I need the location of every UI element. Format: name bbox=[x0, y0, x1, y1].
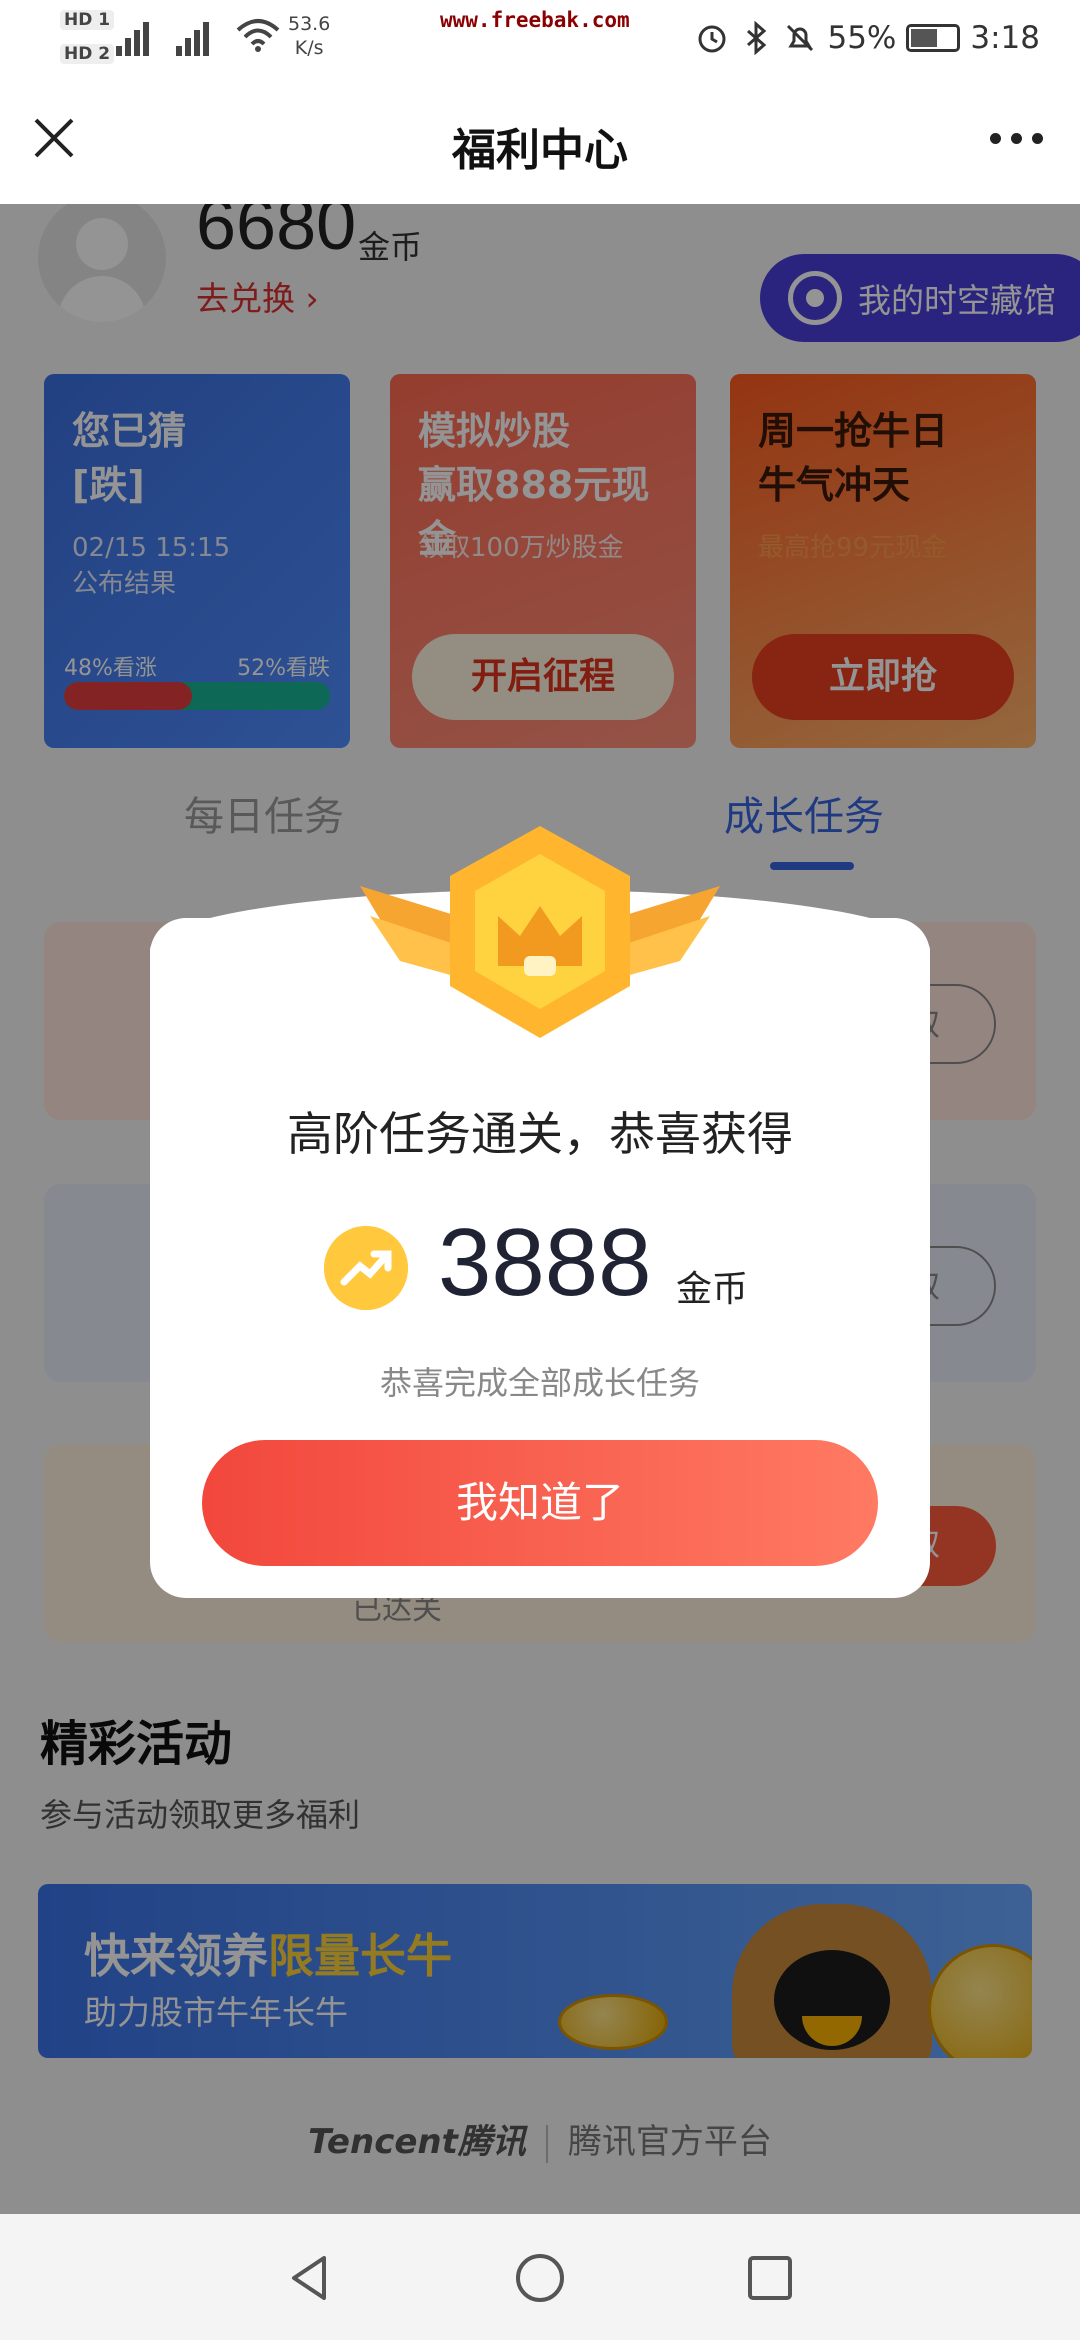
status-right: 55% 3:18 bbox=[695, 14, 1040, 62]
got-it-button[interactable]: 我知道了 bbox=[202, 1440, 878, 1566]
hd1-badge: HD 1 bbox=[60, 10, 115, 30]
system-nav-bar bbox=[0, 2214, 1080, 2340]
back-icon[interactable] bbox=[280, 2248, 340, 2308]
modal-title: 高阶任务通关，恭喜获得 bbox=[287, 1107, 793, 1161]
status-left: HD 1 HD 2 53.6 K/s bbox=[60, 8, 390, 68]
recents-icon[interactable] bbox=[740, 2248, 800, 2308]
bluetooth-icon bbox=[747, 21, 767, 55]
signal2-icon bbox=[176, 16, 216, 56]
reward-amount: 3888 bbox=[438, 1209, 652, 1316]
crown-badge-icon bbox=[360, 826, 720, 1038]
alarm-icon bbox=[698, 25, 726, 53]
watermark-text: www.freebak.com bbox=[440, 8, 630, 32]
clock: 3:18 bbox=[970, 20, 1040, 56]
mute-bell-icon bbox=[787, 24, 814, 52]
modal-description: 恭喜完成全部成长任务 bbox=[379, 1364, 700, 1402]
more-icon[interactable] bbox=[990, 126, 1046, 150]
trend-up-icon bbox=[324, 1226, 408, 1310]
signal1-icon bbox=[116, 16, 156, 56]
battery-percent: 55% bbox=[827, 20, 897, 56]
reward-amount-row: 3888 金币 bbox=[150, 1208, 930, 1318]
home-icon[interactable] bbox=[510, 2248, 570, 2308]
page-title: 福利中心 bbox=[452, 125, 628, 176]
battery-icon bbox=[906, 24, 961, 52]
status-bar: HD 1 HD 2 53.6 K/s www.freebak.com 55% 3… bbox=[0, 0, 1080, 76]
hd2-badge: HD 2 bbox=[60, 44, 115, 64]
nav-bar: 福利中心 bbox=[0, 76, 1080, 204]
wifi-icon bbox=[236, 19, 280, 52]
net-speed: 53.6 K/s bbox=[288, 13, 331, 59]
reward-unit: 金币 bbox=[676, 1269, 749, 1310]
